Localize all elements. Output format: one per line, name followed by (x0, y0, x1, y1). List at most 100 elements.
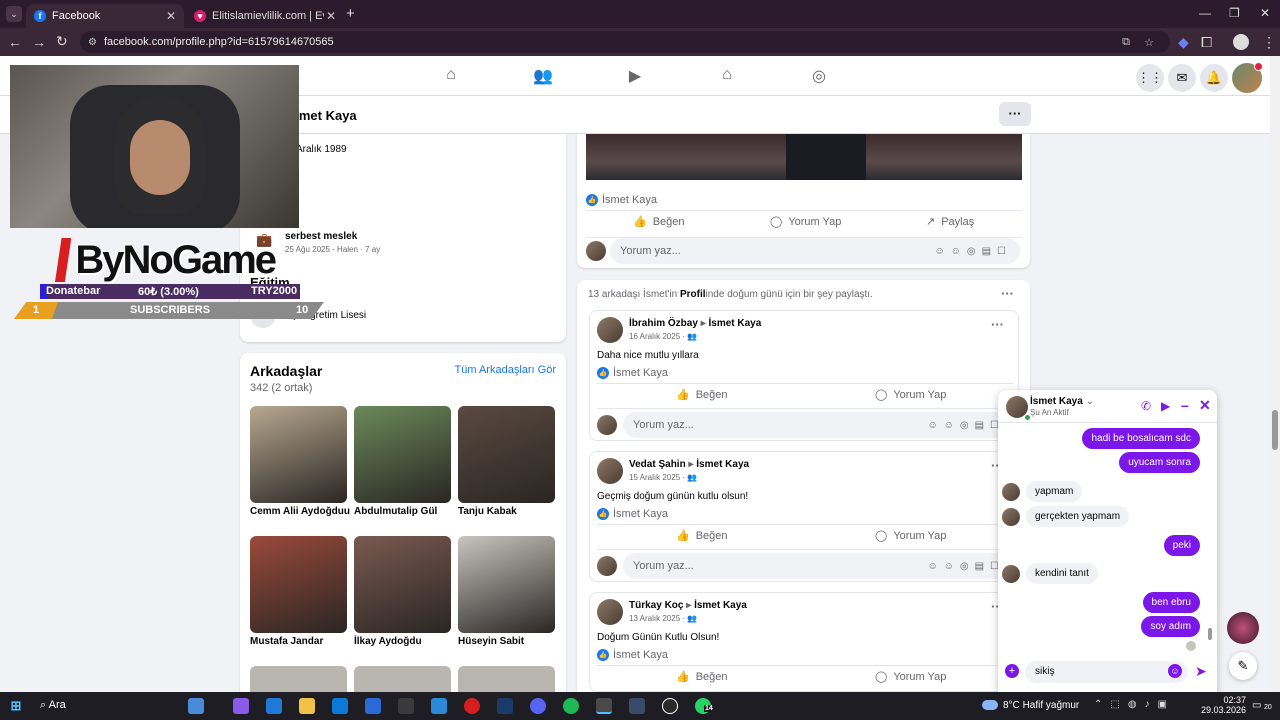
account-avatar[interactable] (1232, 62, 1263, 93)
friend-photo[interactable] (354, 536, 451, 633)
store-icon[interactable] (398, 698, 414, 714)
back-icon[interactable]: ← (8, 34, 22, 50)
post-author[interactable]: İbrahim Özbay (629, 318, 698, 329)
reaction-summary[interactable]: 👍 İsmet Kaya (586, 194, 657, 206)
edge-icon[interactable] (266, 698, 282, 714)
friend-name[interactable]: İlkay Aydoğdu (354, 636, 422, 647)
friend-photo[interactable] (250, 666, 347, 693)
chat-scrollbar[interactable] (1208, 426, 1212, 644)
forward-icon[interactable]: → (32, 34, 46, 50)
weather[interactable]: 8°C Hafif yağmur (1003, 700, 1079, 711)
mail-icon[interactable] (332, 698, 348, 714)
friend-photo[interactable] (354, 666, 451, 693)
reload-icon[interactable]: ↻ (56, 33, 68, 50)
menu-kebab-icon[interactable]: ⋮ (1262, 34, 1276, 51)
spotify-icon[interactable] (563, 698, 579, 714)
groups-icon[interactable]: ◎ (809, 66, 829, 86)
close-chat-icon[interactable]: ✕ (1199, 397, 1211, 414)
cast-icon[interactable]: ⧉ (1122, 36, 1130, 49)
friend-photo[interactable] (354, 406, 451, 503)
scrollbar-thumb[interactable] (1272, 410, 1278, 450)
steam-icon[interactable] (497, 698, 513, 714)
like-button[interactable]: 👍 Beğen (676, 670, 728, 684)
friends-icon[interactable]: 👥 (533, 66, 553, 86)
app-icon[interactable] (431, 698, 447, 714)
comment-button[interactable]: ◯ Yorum Yap (875, 388, 946, 402)
notification-center-icon[interactable]: ▭ (1252, 700, 1261, 711)
emoji-icon[interactable]: ☺ (1168, 664, 1182, 678)
tab-facebook[interactable]: f Facebook ✕ (26, 4, 184, 28)
friend-name[interactable]: Abdulmutalip Gül (354, 506, 437, 517)
sent-message[interactable]: soy adım (1141, 616, 1200, 637)
tab-list-button[interactable]: ⌄ (6, 6, 22, 22)
obs-icon[interactable] (662, 698, 678, 714)
minimize-icon[interactable]: — (1199, 6, 1211, 20)
discord-icon[interactable] (530, 698, 546, 714)
commenter-avatar[interactable] (597, 556, 617, 576)
extension-icon[interactable]: ◆ (1178, 34, 1189, 51)
comment-button[interactable]: ◯ Yorum Yap (875, 529, 946, 543)
post-target[interactable]: İsmet Kaya (709, 318, 762, 329)
post-image[interactable] (586, 134, 1022, 180)
sent-message[interactable]: hadi be bosalıcam sdc (1082, 428, 1200, 449)
video-icon[interactable]: ▶ (625, 66, 645, 86)
app2-icon[interactable] (629, 698, 645, 714)
whatsapp-icon[interactable]: 14 (695, 698, 714, 714)
copilot-icon[interactable] (233, 698, 249, 714)
profile-avatar-icon[interactable] (1233, 34, 1249, 50)
menu-grid-icon[interactable]: ⋮⋮ (1136, 64, 1164, 92)
commenter-avatar[interactable] (586, 241, 606, 261)
notifications-bell-icon[interactable]: 🔔 (1200, 64, 1228, 92)
friend-name[interactable]: Tanju Kabak (458, 506, 517, 517)
post-date[interactable]: 13 Aralık 2025 · (629, 614, 685, 623)
comment-tools-icon[interactable]: ☺☺◎▤☐ (927, 561, 1005, 572)
windows-start-icon[interactable]: ⊞ (8, 698, 24, 714)
close-window-icon[interactable]: ✕ (1260, 6, 1270, 20)
friend-photo[interactable] (458, 406, 555, 503)
tab-evlilik[interactable]: ♥ Elitislamievlilik.com | Evlilik Sitesi… (186, 4, 344, 28)
share-button[interactable]: ↗ Paylaş (926, 215, 974, 229)
post-author[interactable]: Türkay Koç (629, 600, 683, 611)
video-call-icon[interactable]: ▶ (1161, 399, 1170, 413)
received-message[interactable]: yapmam (1026, 481, 1083, 502)
sent-message[interactable]: uyucam sonra (1119, 452, 1200, 473)
friend-photo[interactable] (458, 666, 555, 693)
widget-figure-icon[interactable] (188, 698, 204, 714)
like-button[interactable]: 👍 Beğen (676, 529, 728, 543)
post-date[interactable]: 16 Aralık 2025 · (629, 332, 685, 341)
friend-photo[interactable] (250, 406, 347, 503)
friend-name[interactable]: Cemm Alii Aydoğduu (250, 506, 350, 517)
close-tab-icon[interactable]: ✕ (326, 9, 336, 23)
author-avatar[interactable] (597, 458, 623, 484)
taskbar-search[interactable]: ⌕ Ara (40, 699, 66, 712)
messenger-icon[interactable]: ✉ (1168, 64, 1196, 92)
more-options-button[interactable]: ··· (999, 102, 1031, 126)
received-message[interactable]: kendini tanıt (1026, 563, 1098, 584)
extensions-puzzle-icon[interactable]: ⧠ (1201, 34, 1212, 51)
birthday-header-link[interactable]: Profil (680, 289, 706, 300)
author-avatar[interactable] (597, 317, 623, 343)
comment-tools-icon[interactable]: ☺☺◎▤☐ (934, 246, 1012, 257)
site-info-icon[interactable]: ⚙ (88, 37, 97, 48)
outlook-icon[interactable] (365, 698, 381, 714)
comment-input[interactable]: Yorum yaz... ☺☺◎▤☐ (623, 412, 1013, 438)
like-button[interactable]: 👍 Beğen (633, 215, 685, 229)
restore-icon[interactable]: ❐ (1229, 6, 1240, 20)
comment-button[interactable]: ◯ Yorum Yap (770, 215, 841, 229)
tray-icons[interactable]: ⌃⬚◍♪▣ (1094, 699, 1175, 710)
like-button[interactable]: 👍 Beğen (676, 388, 728, 402)
chat-scroll-thumb[interactable] (1208, 628, 1212, 640)
post-target[interactable]: İsmet Kaya (696, 459, 749, 470)
comment-input[interactable]: Yorum yaz... ☺☺◎▤☐ (623, 553, 1013, 579)
post-target[interactable]: İsmet Kaya (694, 600, 747, 611)
friends-heading[interactable]: Arkadaşlar (250, 363, 322, 379)
chevron-down-icon[interactable]: ⌄ (1086, 396, 1094, 407)
sender-avatar[interactable] (1002, 508, 1020, 526)
chat-name[interactable]: İsmet Kaya ⌄ (1030, 396, 1094, 407)
minimize-chat-icon[interactable]: – (1181, 397, 1189, 413)
close-tab-icon[interactable]: ✕ (166, 9, 176, 23)
post-author[interactable]: Vedat Şahin (629, 459, 686, 470)
comment-input[interactable]: Yorum yaz... ☺☺◎▤☐ (610, 238, 1020, 264)
reaction-summary[interactable]: 👍 İsmet Kaya (597, 508, 668, 520)
reaction-summary[interactable]: 👍 İsmet Kaya (597, 649, 668, 661)
